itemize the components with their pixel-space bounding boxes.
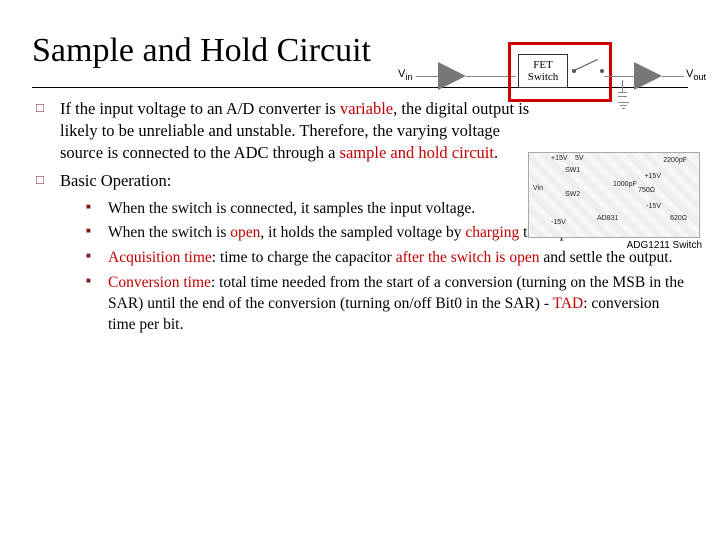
vout-label: Vout: [686, 68, 706, 82]
slide: Sample and Hold Circuit Vin FETSwitch Vo…: [0, 0, 720, 540]
page-title: Sample and Hold Circuit: [32, 30, 392, 73]
adg-circuit-diagram: +15V 2200pF 5V +15V SW1 1000pF 750Ω Vin …: [528, 152, 708, 262]
sub-bullet-4: Conversion time: total time needed from …: [84, 273, 688, 336]
sub-bullet-1: When the switch is connected, it samples…: [84, 199, 524, 220]
bullet-2-text: Basic Operation:: [60, 170, 540, 192]
fet-switch-box: FETSwitch: [518, 54, 568, 88]
op-amp-icon: [634, 62, 662, 90]
op-amp-icon: [438, 62, 466, 90]
circuit-schematic-icon: +15V 2200pF 5V +15V SW1 1000pF 750Ω Vin …: [528, 152, 700, 238]
diagram-caption: ADG1211 Switch: [528, 240, 708, 251]
vin-label: Vin: [398, 68, 412, 82]
bullet-1-text: If the input voltage to an A/D converter…: [60, 98, 540, 165]
